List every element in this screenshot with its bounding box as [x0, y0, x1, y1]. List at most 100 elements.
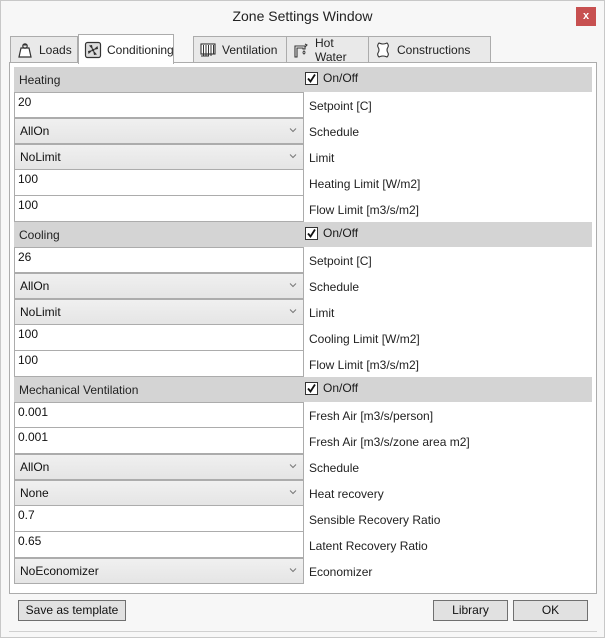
economizer-row: NoEconomizer Economizer: [14, 558, 592, 584]
heating-limit-input[interactable]: 100: [14, 170, 304, 196]
selected-value: NoLimit: [20, 305, 61, 319]
sensible-ratio-row: 0.7 Sensible Recovery Ratio: [14, 506, 592, 532]
fresh-air-person-row: 0.001 Fresh Air [m3/s/person]: [14, 402, 592, 428]
selected-value: None: [20, 486, 49, 500]
close-button[interactable]: x: [576, 7, 596, 26]
latent-ratio-row: 0.65 Latent Recovery Ratio: [14, 532, 592, 558]
onoff-label: On/Off: [323, 71, 359, 85]
heat-recovery-select[interactable]: None: [14, 480, 304, 506]
selected-value: AllOn: [20, 279, 50, 293]
ok-button[interactable]: OK: [513, 600, 588, 621]
tab-constructions[interactable]: Constructions: [368, 36, 491, 63]
cooling-limit-select[interactable]: NoLimit: [14, 299, 304, 325]
onoff-label: On/Off: [323, 226, 359, 240]
cooling-limit-input[interactable]: 100: [14, 325, 304, 351]
cooling-schedule-row: AllOn Schedule: [14, 273, 592, 299]
weight-icon: [16, 41, 34, 59]
hide-icon: [374, 41, 392, 59]
chevron-down-icon: [289, 128, 297, 133]
tab-label: Conditioning: [107, 42, 174, 57]
radiator-icon: [199, 41, 217, 59]
chevron-down-icon: [289, 568, 297, 573]
cooling-limit-value-row: 100 Cooling Limit [W/m2]: [14, 325, 592, 351]
checkbox-checked-icon: [305, 226, 318, 240]
window-title: Zone Settings Window: [232, 8, 373, 24]
close-icon: x: [582, 10, 590, 22]
heating-setpoint-row: 20 Setpoint [C]: [14, 92, 592, 118]
save-as-template-button[interactable]: Save as template: [18, 600, 126, 621]
heating-schedule-row: AllOn Schedule: [14, 118, 592, 144]
chevron-down-icon: [289, 154, 297, 159]
cooling-title: Cooling: [19, 228, 60, 242]
cooling-section-header: Cooling On/Off: [14, 222, 592, 247]
heating-flow-limit-row: 100 Flow Limit [m3/s/m2]: [14, 196, 592, 222]
cooling-setpoint-label: Setpoint [C]: [309, 254, 372, 268]
cooling-flow-limit-label: Flow Limit [m3/s/m2]: [309, 358, 420, 372]
cooling-flow-limit-row: 100 Flow Limit [m3/s/m2]: [14, 351, 592, 377]
heat-recovery-label: Heat recovery: [309, 487, 384, 501]
mech-vent-onoff-checkbox[interactable]: On/Off: [305, 381, 358, 395]
library-button[interactable]: Library: [433, 600, 508, 621]
mech-vent-schedule-label: Schedule: [309, 461, 360, 475]
title-bar: Zone Settings Window x: [1, 1, 604, 32]
heating-title: Heating: [19, 73, 61, 87]
heating-onoff-checkbox[interactable]: On/Off: [305, 71, 358, 85]
mech-vent-title: Mechanical Ventilation: [19, 383, 139, 397]
tab-hot-water[interactable]: Hot Water: [286, 36, 369, 64]
tab-loads[interactable]: Loads: [10, 36, 78, 63]
selected-value: AllOn: [20, 460, 50, 474]
tab-label: Loads: [39, 43, 72, 57]
latent-ratio-input[interactable]: 0.65: [14, 532, 304, 558]
fresh-air-area-input[interactable]: 0.001: [14, 428, 304, 454]
checkbox-checked-icon: [305, 381, 318, 395]
chevron-down-icon: [289, 490, 297, 495]
faucet-icon: [292, 41, 310, 59]
chevron-down-icon: [289, 464, 297, 469]
heat-recovery-row: None Heat recovery: [14, 480, 592, 506]
heating-limit-row: NoLimit Limit: [14, 144, 592, 170]
cooling-schedule-label: Schedule: [309, 280, 360, 294]
cooling-setpoint-input[interactable]: 26: [14, 247, 304, 273]
heating-limit-label: Limit: [309, 151, 335, 165]
heating-schedule-select[interactable]: AllOn: [14, 118, 304, 144]
tab-strip: Loads Conditioning Ventilation Hot Water…: [10, 34, 510, 64]
selected-value: AllOn: [20, 124, 50, 138]
latent-ratio-label: Latent Recovery Ratio: [309, 539, 428, 553]
onoff-label: On/Off: [323, 381, 359, 395]
fan-icon: [84, 41, 102, 59]
mech-vent-section-header: Mechanical Ventilation On/Off: [14, 377, 592, 402]
economizer-select[interactable]: NoEconomizer: [14, 558, 304, 584]
cooling-flow-limit-input[interactable]: 100: [14, 351, 304, 377]
heating-limit-select[interactable]: NoLimit: [14, 144, 304, 170]
mech-vent-schedule-select[interactable]: AllOn: [14, 454, 304, 480]
selected-value: NoEconomizer: [20, 564, 99, 578]
economizer-label: Economizer: [309, 565, 373, 579]
fresh-air-person-input[interactable]: 0.001: [14, 402, 304, 428]
tab-ventilation[interactable]: Ventilation: [193, 36, 287, 63]
heating-setpoint-input[interactable]: 20: [14, 92, 304, 118]
tab-label: Ventilation: [222, 43, 278, 57]
selected-value: NoLimit: [20, 150, 61, 164]
heating-flow-limit-label: Flow Limit [m3/s/m2]: [309, 203, 420, 217]
heating-flow-limit-input[interactable]: 100: [14, 196, 304, 222]
sensible-ratio-input[interactable]: 0.7: [14, 506, 304, 532]
heating-section-header: Heating On/Off: [14, 67, 592, 92]
zone-settings-window: Zone Settings Window x Loads Conditionin…: [0, 0, 605, 638]
fresh-air-person-label: Fresh Air [m3/s/person]: [309, 409, 434, 423]
footer-divider: [9, 631, 597, 632]
cooling-setpoint-row: 26 Setpoint [C]: [14, 247, 592, 273]
tab-conditioning[interactable]: Conditioning: [78, 34, 174, 64]
chevron-down-icon: [289, 283, 297, 288]
cooling-limit-row: NoLimit Limit: [14, 299, 592, 325]
heating-limit-value-label: Heating Limit [W/m2]: [309, 177, 421, 191]
fresh-air-area-row: 0.001 Fresh Air [m3/s/zone area m2]: [14, 428, 592, 454]
chevron-down-icon: [289, 309, 297, 314]
cooling-schedule-select[interactable]: AllOn: [14, 273, 304, 299]
mech-vent-schedule-row: AllOn Schedule: [14, 454, 592, 480]
heating-schedule-label: Schedule: [309, 125, 360, 139]
conditioning-panel: Heating On/Off 20 Setpoint [C] AllOn Sch…: [9, 62, 597, 594]
cooling-limit-value-label: Cooling Limit [W/m2]: [309, 332, 420, 346]
cooling-onoff-checkbox[interactable]: On/Off: [305, 226, 358, 240]
cooling-limit-label: Limit: [309, 306, 335, 320]
checkbox-checked-icon: [305, 71, 318, 85]
